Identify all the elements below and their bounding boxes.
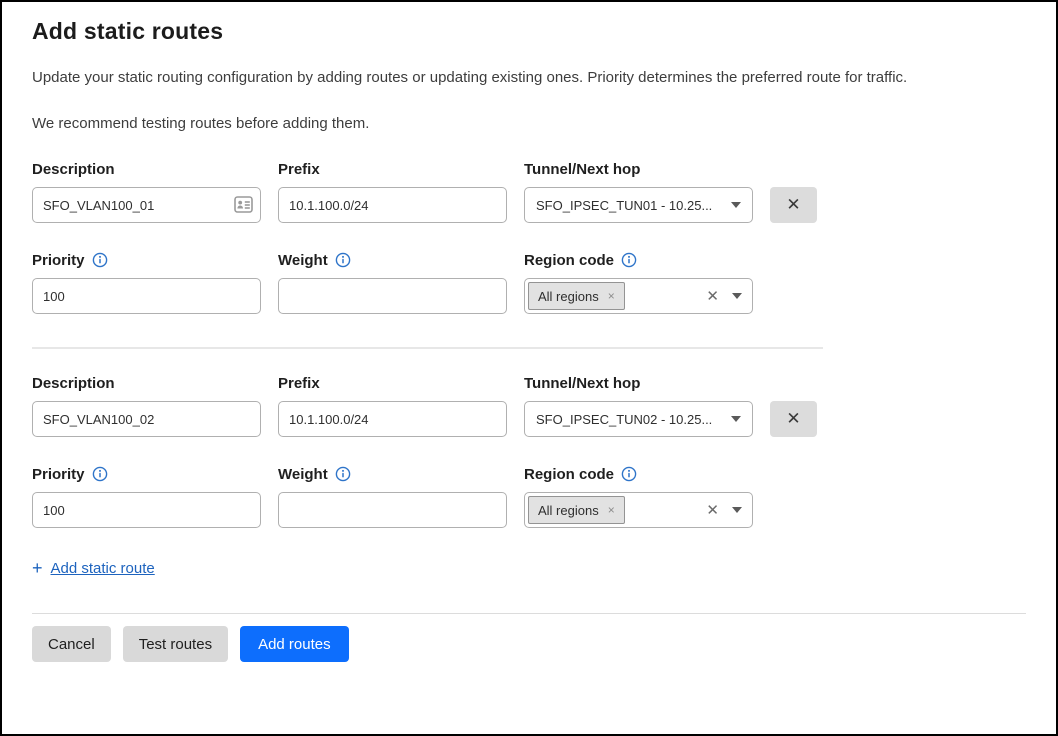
priority-input[interactable]: [32, 278, 261, 314]
remove-route-button[interactable]: ✕: [770, 401, 817, 437]
clear-icon[interactable]: ✕: [706, 503, 719, 518]
recommendation-text: We recommend testing routes before addin…: [32, 115, 1026, 132]
prefix-field-group: Prefix: [278, 159, 507, 223]
tunnel-field-group: Tunnel/Next hop SFO_IPSEC_TUN01 - 10.25.…: [524, 159, 753, 223]
weight-input[interactable]: [278, 492, 507, 528]
test-routes-button[interactable]: Test routes: [123, 626, 228, 662]
weight-input[interactable]: [278, 278, 507, 314]
add-routes-button[interactable]: Add routes: [240, 626, 349, 662]
region-multiselect[interactable]: All regions × ✕: [524, 492, 753, 528]
footer-actions: Cancel Test routes Add routes: [32, 626, 1026, 662]
tunnel-select-value: SFO_IPSEC_TUN01 - 10.25...: [536, 198, 731, 213]
prefix-label: Prefix: [278, 161, 320, 178]
chevron-down-icon: [732, 293, 742, 299]
description-input[interactable]: [32, 187, 261, 223]
chevron-down-icon: [732, 507, 742, 513]
priority-label: Priority: [32, 466, 85, 483]
info-icon[interactable]: [335, 252, 351, 268]
weight-label: Weight: [278, 252, 328, 269]
info-icon[interactable]: [335, 466, 351, 482]
prefix-field-group: Prefix: [278, 373, 507, 437]
description-label: Description: [32, 375, 115, 392]
priority-label: Priority: [32, 252, 85, 269]
chevron-down-icon: [731, 202, 741, 208]
info-icon[interactable]: [92, 252, 108, 268]
prefix-input[interactable]: [278, 401, 507, 437]
priority-field-group: Priority: [32, 464, 261, 528]
tunnel-select[interactable]: SFO_IPSEC_TUN02 - 10.25...: [524, 401, 753, 437]
add-static-route-link[interactable]: Add static route: [51, 560, 155, 577]
prefix-label: Prefix: [278, 375, 320, 392]
tunnel-label: Tunnel/Next hop: [524, 161, 640, 178]
region-field-group: Region code All regions ×: [524, 464, 753, 528]
description-field-group: Description: [32, 373, 261, 437]
info-icon[interactable]: [92, 466, 108, 482]
close-icon: ✕: [786, 195, 800, 215]
intro-text: Update your static routing configuration…: [32, 69, 1026, 86]
region-label: Region code: [524, 466, 614, 483]
info-icon[interactable]: [621, 252, 637, 268]
chevron-down-icon: [731, 416, 741, 422]
prefix-input[interactable]: [278, 187, 507, 223]
description-input[interactable]: [32, 401, 261, 437]
add-static-routes-dialog: Add static routes Update your static rou…: [0, 0, 1058, 736]
region-chip-label: All regions: [538, 503, 599, 518]
tunnel-select-value: SFO_IPSEC_TUN02 - 10.25...: [536, 412, 731, 427]
description-label: Description: [32, 161, 115, 178]
region-chip: All regions ×: [528, 282, 625, 310]
region-chip-label: All regions: [538, 289, 599, 304]
add-static-route-row: + Add static route: [32, 559, 1026, 577]
plus-icon: +: [32, 559, 43, 577]
tunnel-select[interactable]: SFO_IPSEC_TUN01 - 10.25...: [524, 187, 753, 223]
priority-input[interactable]: [32, 492, 261, 528]
route-block-1: Description: [32, 159, 1026, 314]
region-multiselect[interactable]: All regions × ✕: [524, 278, 753, 314]
footer-divider: [32, 613, 1026, 614]
contact-card-icon[interactable]: [234, 196, 253, 213]
region-label: Region code: [524, 252, 614, 269]
region-chip: All regions ×: [528, 496, 625, 524]
weight-field-group: Weight: [278, 250, 507, 314]
remove-route-button[interactable]: ✕: [770, 187, 817, 223]
priority-field-group: Priority: [32, 250, 261, 314]
region-field-group: Region code All regions ×: [524, 250, 753, 314]
tunnel-field-group: Tunnel/Next hop SFO_IPSEC_TUN02 - 10.25.…: [524, 373, 753, 437]
clear-icon[interactable]: ✕: [706, 289, 719, 304]
chip-remove-icon[interactable]: ×: [608, 504, 615, 516]
route-block-divider: [32, 347, 823, 349]
close-icon: ✕: [786, 409, 800, 429]
info-icon[interactable]: [621, 466, 637, 482]
route-block-2: Description Prefix Tunnel/: [32, 373, 1026, 528]
weight-field-group: Weight: [278, 464, 507, 528]
tunnel-label: Tunnel/Next hop: [524, 375, 640, 392]
weight-label: Weight: [278, 466, 328, 483]
page-title: Add static routes: [32, 18, 1026, 45]
cancel-button[interactable]: Cancel: [32, 626, 111, 662]
description-field-group: Description: [32, 159, 261, 223]
chip-remove-icon[interactable]: ×: [608, 290, 615, 302]
